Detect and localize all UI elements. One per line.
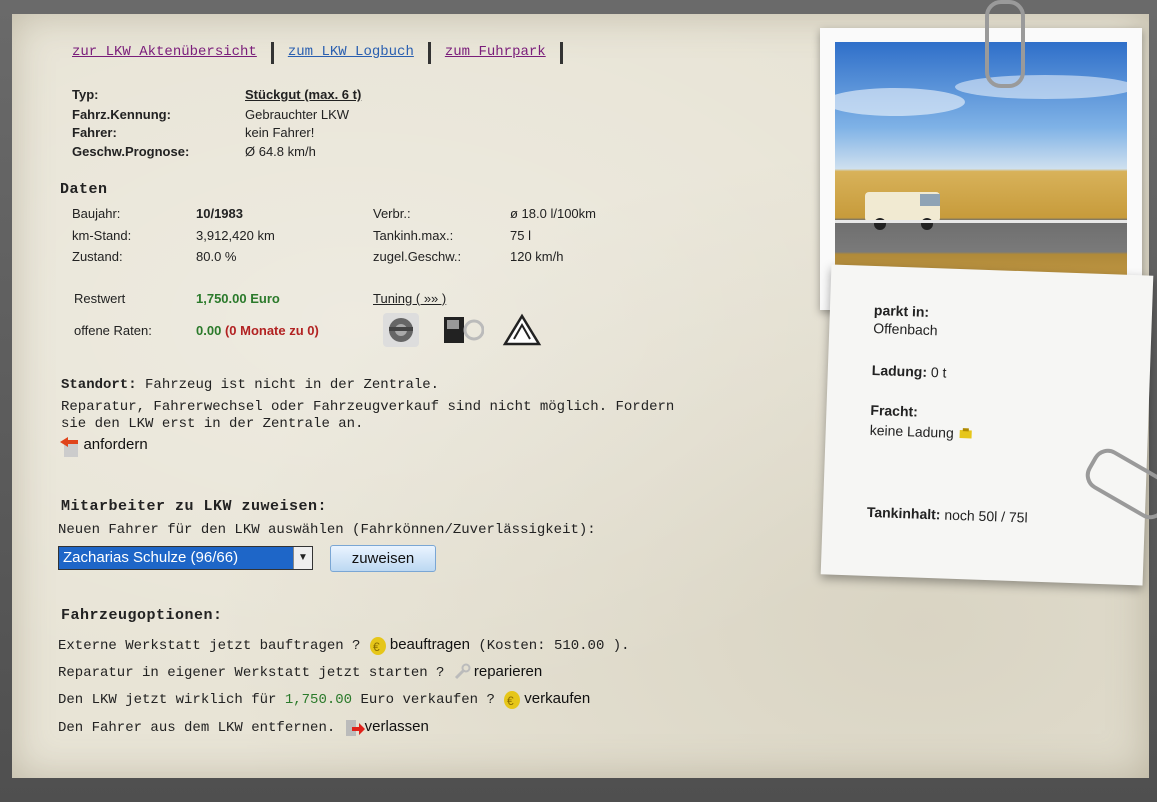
standort-text3: sie den LKW erst in der Zentrale an. — [61, 416, 364, 432]
prognose-label: Geschw.Prognose: — [72, 144, 190, 159]
verbr-value: ø 18.0 l/100km — [510, 206, 596, 221]
anfordern-link[interactable]: anfordern — [58, 436, 148, 457]
exit-arrow-icon — [344, 718, 365, 737]
baujahr-label: Baujahr: — [72, 206, 121, 221]
tab-bar: zur LKW Aktenübersicht zum LKW Logbuch z… — [58, 42, 563, 64]
km-label: km-Stand: — [72, 228, 132, 243]
option-verkaufen-text-a: Den LKW jetzt wirklich für — [58, 692, 277, 708]
geschw-label: zugel.Geschw.: — [373, 249, 462, 264]
prognose-value: Ø 64.8 km/h — [245, 144, 316, 159]
svg-text:€: € — [373, 640, 380, 654]
truck-cab-icon[interactable] — [440, 313, 485, 347]
tab-fuhrpark[interactable]: zum Fuhrpark — [431, 42, 563, 64]
restwert-value: 1,750.00 Euro — [196, 291, 280, 306]
geschw-value: 120 km/h — [510, 249, 564, 264]
verbr-label: Verbr.: — [373, 206, 411, 221]
raten-row: 0.00 (0 Monate zu 0) — [196, 323, 319, 338]
typ-label: Typ: — [72, 87, 99, 102]
verkaufen-link[interactable]: verkaufen — [524, 690, 590, 707]
option-reparatur-text: Reparatur in eigener Werkstatt jetzt sta… — [58, 665, 445, 681]
fahrer-value: kein Fahrer! — [245, 125, 315, 140]
fracht-value-row: keine Ladung — [869, 422, 973, 442]
tab-akten[interactable]: zur LKW Aktenübersicht — [58, 42, 274, 64]
tank-value: 75 l — [510, 228, 531, 243]
wrench-icon — [453, 663, 471, 681]
parkt-label: parkt in: — [873, 301, 930, 320]
fracht-label: Fracht: — [870, 401, 919, 420]
mitarbeiter-title: Mitarbeiter zu LKW zuweisen: — [61, 498, 328, 515]
standort-text2: Reparatur, Fahrerwechsel oder Fahrzeugve… — [61, 399, 675, 415]
paper-clip-top — [985, 0, 1025, 88]
svg-text:€: € — [507, 694, 514, 708]
reparieren-link[interactable]: reparieren — [474, 663, 542, 680]
option-werkstatt-text: Externe Werkstatt jetzt bauftragen ? — [58, 638, 361, 654]
engine-icon[interactable] — [383, 313, 419, 347]
option-verkaufen: Den LKW jetzt wirklich für 1,750.00 Euro… — [58, 690, 590, 710]
chevron-down-icon[interactable]: ▼ — [293, 547, 312, 569]
truck-photo-image — [835, 42, 1127, 286]
coin-icon: € — [503, 690, 521, 710]
tank-label: Tankinhalt: — [866, 503, 941, 523]
zustand-label: Zustand: — [72, 249, 123, 264]
verlassen-link[interactable]: verlassen — [365, 718, 429, 735]
raten-extra: (0 Monate zu 0) — [224, 323, 319, 338]
option-verkaufen-text-b: Euro verkaufen ? — [360, 692, 495, 708]
option-verlassen: Den Fahrer aus dem LKW entfernen. verlas… — [58, 718, 429, 737]
coin-icon: € — [369, 636, 387, 656]
baujahr-value: 10/1983 — [196, 206, 243, 221]
status-note: parkt in: Offenbach Ladung: 0 t Fracht: … — [820, 264, 1154, 586]
tank-label: Tankinh.max.: — [373, 228, 454, 243]
kennung-value: Gebrauchter LKW — [245, 107, 350, 122]
return-arrow-icon — [58, 436, 78, 457]
daten-title: Daten — [60, 181, 108, 198]
restwert-label: Restwert — [74, 291, 126, 306]
tuning-link[interactable]: Tuning ( »» ) — [373, 291, 446, 306]
tank-row: Tankinhalt: noch 50l / 75l — [867, 504, 1028, 526]
km-value: 3,912,420 km — [196, 228, 275, 243]
ladung-label: Ladung: — [871, 361, 928, 380]
standort-line1: Standort: Fahrzeug ist nicht in der Zent… — [61, 377, 439, 393]
zuweisen-button[interactable]: zuweisen — [330, 545, 436, 572]
kennung-label: Fahrz.Kennung: — [72, 107, 171, 122]
standort-title: Standort: — [61, 377, 137, 393]
beauftragen-link[interactable]: beauftragen — [390, 636, 470, 653]
anfordern-label: anfordern — [83, 436, 148, 454]
option-werkstatt: Externe Werkstatt jetzt bauftragen ? € b… — [58, 636, 630, 656]
road-sign-icon[interactable] — [502, 313, 542, 347]
driver-select-value: Zacharias Schulze (96/66) — [63, 549, 239, 566]
option-verkaufen-amount: 1,750.00 — [284, 692, 353, 708]
fracht-value: keine Ladung — [869, 421, 955, 441]
tab-logbuch[interactable]: zum LKW Logbuch — [274, 42, 431, 64]
typ-value[interactable]: Stückgut (max. 6 t) — [245, 87, 361, 102]
raten-value: 0.00 — [196, 323, 222, 338]
option-verlassen-text: Den Fahrer aus dem LKW entfernen. — [58, 720, 336, 736]
ladung-value: 0 t — [930, 364, 947, 381]
parkt-value: Offenbach — [873, 319, 938, 339]
optionen-title: Fahrzeugoptionen: — [61, 607, 223, 624]
option-reparatur: Reparatur in eigener Werkstatt jetzt sta… — [58, 663, 542, 681]
ladung-row: Ladung: 0 t — [872, 362, 947, 381]
driver-select[interactable]: Zacharias Schulze (96/66) ▼ — [58, 546, 313, 570]
standort-text1: Fahrzeug ist nicht in der Zentrale. — [145, 377, 440, 393]
cargo-icon[interactable] — [957, 427, 973, 442]
mitarbeiter-hint: Neuen Fahrer für den LKW auswählen (Fahr… — [58, 522, 596, 538]
fahrer-label: Fahrer: — [72, 125, 117, 140]
raten-label: offene Raten: — [74, 323, 152, 338]
tank-value: noch 50l / 75l — [944, 506, 1028, 526]
zustand-value: 80.0 % — [196, 249, 237, 264]
option-werkstatt-cost: (Kosten: 510.00 ). — [478, 638, 630, 654]
